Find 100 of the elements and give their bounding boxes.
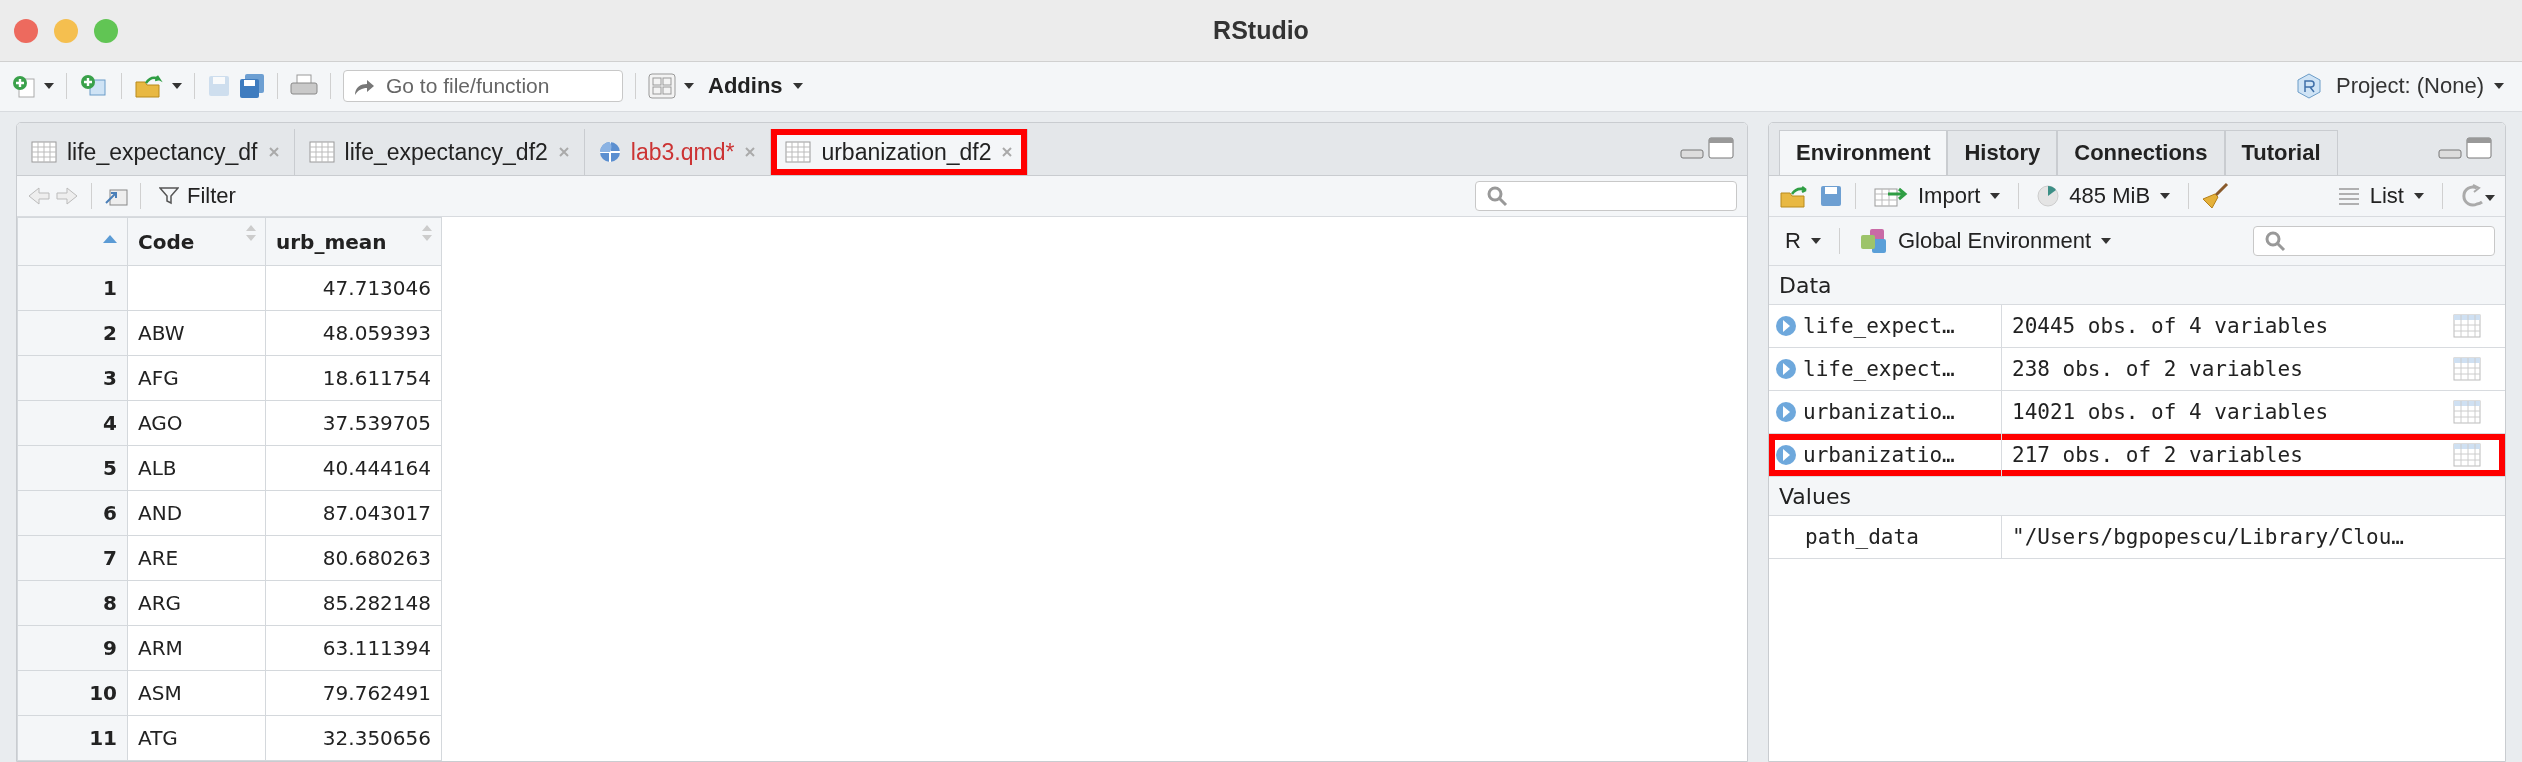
pane-tab[interactable]: Environment <box>1779 130 1948 175</box>
table-icon[interactable] <box>2453 443 2481 467</box>
quarto-icon <box>598 141 621 163</box>
table-cell: 80.680263 <box>265 535 442 581</box>
variable-name: urbanizatio… <box>1803 443 1955 467</box>
table-cell: 85.282148 <box>265 580 442 626</box>
variable-name: path_data <box>1804 525 1919 549</box>
table-cell: 63.111394 <box>265 625 442 671</box>
view-mode-menu[interactable]: List <box>2331 181 2430 211</box>
pie-icon <box>2037 185 2060 207</box>
variable-value: 238 obs. of 2 variables <box>2012 357 2303 381</box>
broom-icon[interactable] <box>2201 182 2230 210</box>
variable-row[interactable]: life_expect… 20445 obs. of 4 variables <box>1769 305 2505 348</box>
window-title: RStudio <box>1213 15 1309 45</box>
zoom-button[interactable] <box>94 19 118 43</box>
sort-icon[interactable] <box>421 224 433 242</box>
pane-minmax-icon[interactable] <box>2437 136 2495 162</box>
addins-menu[interactable]: Addins <box>702 71 809 102</box>
memory-usage-menu[interactable]: 485 MiB <box>2031 181 2177 211</box>
close-button[interactable] <box>14 19 38 43</box>
language-menu[interactable]: R <box>1779 226 1827 256</box>
sort-up-icon <box>103 235 117 243</box>
table-icon[interactable] <box>2453 357 2481 381</box>
variable-row[interactable]: urbanizatio… 14021 obs. of 4 variables <box>1769 391 2505 434</box>
environment-scope-menu[interactable]: Global Environment <box>1851 225 2118 257</box>
pane-tab[interactable]: History <box>1947 130 2058 175</box>
row-number: 5 <box>17 445 128 491</box>
variable-row[interactable]: path_data "/Users/bgpopescu/Library/Clou… <box>1769 516 2505 559</box>
variable-name: life_expect… <box>1803 314 1955 338</box>
row-number: 3 <box>17 355 128 401</box>
list-icon <box>2337 187 2360 205</box>
expand-icon[interactable] <box>1775 401 1797 423</box>
caret-icon[interactable] <box>44 83 54 90</box>
close-icon[interactable] <box>744 146 757 158</box>
filter-button[interactable]: Filter <box>153 182 242 210</box>
tab-label: life_expectancy_df2 <box>344 138 548 166</box>
search-icon <box>2264 230 2286 252</box>
variable-row[interactable]: urbanizatio… 217 obs. of 2 variables <box>1769 434 2505 477</box>
expand-icon[interactable] <box>1775 315 1797 337</box>
row-number: 10 <box>17 670 128 716</box>
expand-icon[interactable] <box>1775 358 1797 380</box>
table-icon[interactable] <box>2453 314 2481 338</box>
tab-label: life_expectancy_df <box>67 138 258 166</box>
variable-row[interactable]: life_expect… 238 obs. of 2 variables <box>1769 348 2505 391</box>
table-cell: 87.043017 <box>265 490 442 536</box>
caret-icon[interactable] <box>684 83 694 90</box>
close-icon[interactable] <box>557 146 570 158</box>
column-header[interactable]: Code <box>127 217 266 266</box>
sort-icon[interactable] <box>245 224 257 242</box>
table-icon <box>308 141 335 163</box>
search-field[interactable] <box>2253 226 2495 256</box>
new-file-icon[interactable] <box>12 74 36 99</box>
row-number: 4 <box>17 400 128 446</box>
project-menu[interactable]: Project: (None) <box>2330 71 2510 102</box>
table-cell: 79.762491 <box>265 670 442 716</box>
expand-icon[interactable] <box>1775 444 1797 466</box>
row-number: 9 <box>17 625 128 671</box>
variable-value: "/Users/bgpopescu/Library/Clou… <box>2012 525 2404 549</box>
variable-value: 20445 obs. of 4 variables <box>2012 314 2329 338</box>
section-header: Data <box>1769 266 2505 305</box>
index-header[interactable] <box>17 217 128 266</box>
filter-icon <box>159 187 179 205</box>
caret-icon <box>2160 193 2171 199</box>
table-cell: 37.539705 <box>265 400 442 446</box>
search-icon <box>1486 185 1508 207</box>
pane-minmax-icon[interactable] <box>1679 136 1737 162</box>
caret-icon <box>2414 193 2424 199</box>
column-header[interactable]: urb_mean <box>265 217 442 266</box>
save-all-icon[interactable] <box>239 73 265 100</box>
table-icon[interactable] <box>2453 400 2481 424</box>
back-forward-icon[interactable] <box>27 186 79 206</box>
caret-icon[interactable] <box>172 83 182 90</box>
tab-label: urbanization_df2 <box>821 138 992 166</box>
pane-tab[interactable]: Connections <box>2057 130 2225 175</box>
close-icon[interactable] <box>267 146 280 158</box>
editor-tab[interactable]: urbanization_df2 <box>771 129 1029 175</box>
table-cell: 48.059393 <box>265 310 442 356</box>
search-field[interactable] <box>1475 181 1737 211</box>
variable-name: urbanizatio… <box>1803 400 1955 424</box>
variable-value: 14021 obs. of 4 variables <box>2012 400 2329 424</box>
import-menu[interactable]: Import <box>1868 181 2007 211</box>
minimize-button[interactable] <box>54 19 78 43</box>
table-icon <box>785 141 812 163</box>
table-cell: AND <box>127 490 266 536</box>
pane-tab[interactable]: Tutorial <box>2224 130 2338 175</box>
save-icon[interactable] <box>1819 184 1843 208</box>
save-icon[interactable] <box>207 74 231 99</box>
variable-value: 217 obs. of 2 variables <box>2012 443 2303 467</box>
caret-icon <box>2101 238 2112 244</box>
table-cell: AFG <box>127 355 266 401</box>
table-cell: ARE <box>127 535 266 581</box>
go-to-file-field[interactable]: Go to file/function <box>343 70 623 103</box>
table-cell: ARG <box>127 580 266 626</box>
table-cell: ASM <box>127 670 266 716</box>
variable-name: life_expect… <box>1803 357 1955 381</box>
open-folder-icon[interactable] <box>134 74 164 99</box>
pane-layout-icon[interactable] <box>648 73 676 100</box>
caret-icon <box>2494 83 2504 90</box>
table-cell: 18.611754 <box>265 355 442 401</box>
close-icon[interactable] <box>1001 146 1014 158</box>
